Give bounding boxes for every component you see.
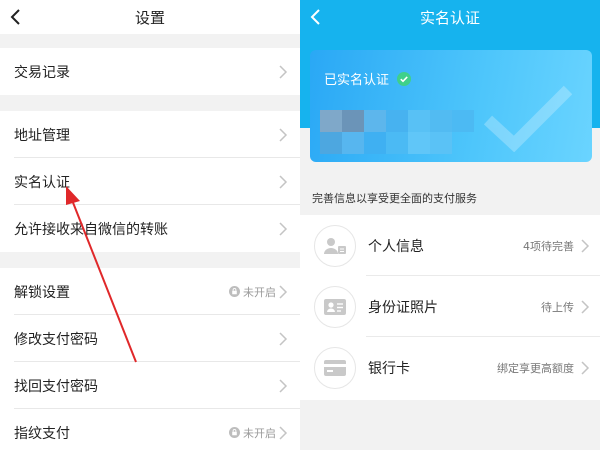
settings-screen: 设置 交易记录 地址管理 实名认证 允许接收来自微信的转账 解锁设置 未开启 修… <box>0 0 300 450</box>
chevron-right-icon <box>278 284 288 299</box>
watermark-check-icon <box>483 85 572 152</box>
section-subtitle: 完善信息以享受更全面的支付服务 <box>312 192 477 205</box>
row-transaction-records[interactable]: 交易记录 <box>0 48 300 95</box>
chevron-right-icon <box>278 127 288 142</box>
back-icon[interactable] <box>306 7 326 27</box>
page-title: 实名认证 <box>419 8 480 27</box>
chevron-right-icon <box>580 299 590 314</box>
row-wechat-transfer[interactable]: 允许接收来自微信的转账 <box>0 205 300 252</box>
lock-icon <box>229 427 240 438</box>
chevron-right-icon <box>278 331 288 346</box>
item-label: 银行卡 <box>368 360 410 377</box>
chevron-right-icon <box>278 221 288 236</box>
verification-header: 实名认证 <box>300 0 600 34</box>
item-label: 个人信息 <box>368 238 424 255</box>
status-label: 未开启 <box>243 285 276 299</box>
verified-label: 已实名认证 <box>324 73 390 88</box>
item-status: 绑定享更高额度 <box>497 361 574 375</box>
status-label: 未开启 <box>243 426 276 440</box>
settings-group-2: 地址管理 实名认证 允许接收来自微信的转账 <box>0 111 300 252</box>
chevron-right-icon <box>580 238 590 253</box>
item-status: 4项待完善 <box>523 239 574 253</box>
settings-group-1: 交易记录 <box>0 48 300 95</box>
lock-icon <box>229 286 240 297</box>
settings-group-3: 解锁设置 未开启 修改支付密码 找回支付密码 指纹支付 未开启 <box>0 268 300 450</box>
bank-card-icon <box>314 346 356 389</box>
item-personal-info[interactable]: 个人信息 4项待完善 <box>300 215 600 276</box>
row-label: 解锁设置 <box>14 284 70 301</box>
row-label: 交易记录 <box>14 64 70 81</box>
row-label: 实名认证 <box>14 174 70 191</box>
chevron-right-icon <box>580 360 590 375</box>
row-address-management[interactable]: 地址管理 <box>0 111 300 158</box>
row-label: 允许接收来自微信的转账 <box>14 221 168 238</box>
row-label: 指纹支付 <box>14 425 70 442</box>
row-label: 找回支付密码 <box>14 378 98 395</box>
row-change-payment-password[interactable]: 修改支付密码 <box>0 315 300 362</box>
row-unlock-settings[interactable]: 解锁设置 未开启 <box>0 268 300 315</box>
chevron-right-icon <box>278 378 288 393</box>
status-text: 未开启 <box>229 425 276 441</box>
row-label: 修改支付密码 <box>14 331 98 348</box>
back-icon[interactable] <box>6 7 26 27</box>
verification-card: 已实名认证 <box>310 50 592 162</box>
check-circle-icon <box>397 71 412 86</box>
row-real-name-verification[interactable]: 实名认证 <box>0 158 300 205</box>
item-bank-card[interactable]: 银行卡 绑定享更高额度 <box>300 337 600 398</box>
settings-header: 设置 <box>0 0 300 34</box>
item-status: 待上传 <box>541 300 574 314</box>
id-card-icon <box>314 285 356 328</box>
chevron-right-icon <box>278 64 288 79</box>
row-fingerprint-payment[interactable]: 指纹支付 未开启 <box>0 409 300 450</box>
chevron-right-icon <box>278 174 288 189</box>
verification-list: 个人信息 4项待完善 身份证照片 待上传 银行卡 绑定享更高额度 <box>300 215 600 400</box>
verification-screen: 实名认证 已实名认证 完善信息以享受更全面的支付服务 个人信息 4项待完善 身份… <box>300 0 600 450</box>
verified-status: 已实名认证 <box>324 69 412 88</box>
row-recover-payment-password[interactable]: 找回支付密码 <box>0 362 300 409</box>
blurred-name-mosaic <box>320 110 474 154</box>
item-label: 身份证照片 <box>368 299 438 316</box>
row-label: 地址管理 <box>14 127 70 144</box>
page-title: 设置 <box>134 8 165 27</box>
person-card-icon <box>314 224 356 267</box>
chevron-right-icon <box>278 425 288 440</box>
status-text: 未开启 <box>229 284 276 300</box>
item-id-card-photo[interactable]: 身份证照片 待上传 <box>300 276 600 337</box>
